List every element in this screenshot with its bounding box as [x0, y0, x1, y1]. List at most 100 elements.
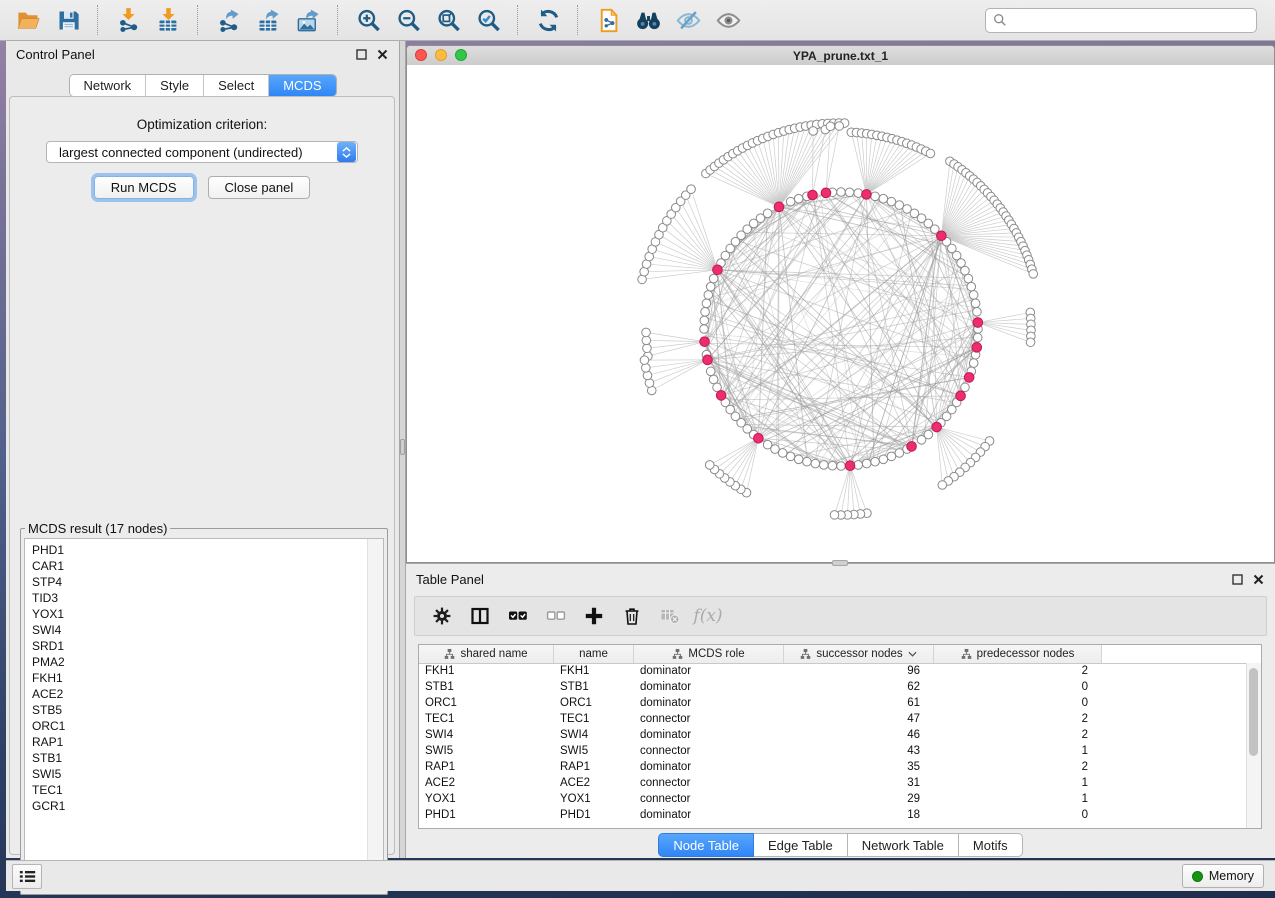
mcds-result-item[interactable]: FKH1 [32, 670, 383, 686]
float-table-panel-icon[interactable] [1231, 573, 1244, 586]
mcds-result-item[interactable]: RAP1 [32, 734, 383, 750]
mcds-result-item[interactable]: CAR1 [32, 558, 383, 574]
table-row[interactable]: YOX1YOX1connector291 [419, 791, 1247, 807]
cell-successor-nodes: 31 [784, 777, 934, 789]
mcds-result-item[interactable]: PMA2 [32, 654, 383, 670]
run-mcds-button[interactable]: Run MCDS [94, 176, 194, 199]
mcds-result-listbox[interactable]: PHD1CAR1STP4TID3YOX1SWI4SRD1PMA2FKH1ACE2… [24, 538, 384, 890]
hide-selected-button[interactable] [668, 2, 708, 38]
close-table-panel-icon[interactable] [1252, 573, 1265, 586]
save-session-button[interactable] [48, 2, 88, 38]
zoom-in-button[interactable] [348, 2, 388, 38]
add-button[interactable] [577, 600, 611, 632]
tab-style[interactable]: Style [146, 75, 204, 96]
mcds-result-item[interactable]: GCR1 [32, 798, 383, 814]
mcds-result-item[interactable]: PHD1 [32, 542, 383, 558]
show-columns-icon [470, 606, 490, 626]
horizontal-splitter-grip[interactable] [832, 560, 848, 566]
cell-predecessor-nodes: 0 [934, 697, 1102, 709]
mcds-result-item[interactable]: STB1 [32, 750, 383, 766]
cell-MCDS-role: dominator [634, 729, 784, 741]
column-header-predecessor-nodes[interactable]: predecessor nodes [934, 645, 1102, 663]
mcds-result-scrollbar[interactable] [367, 539, 383, 889]
delete-button[interactable] [615, 600, 649, 632]
cell-shared-name: TEC1 [419, 713, 554, 725]
tab-network[interactable]: Network [69, 75, 146, 96]
column-header-shared-name[interactable]: shared name [419, 645, 554, 663]
network-window-titlebar[interactable]: YPA_prune.txt_1 [407, 46, 1274, 66]
search-input[interactable] [1012, 12, 1249, 28]
zoom-out-button[interactable] [388, 2, 428, 38]
cell-name: ACE2 [554, 777, 634, 789]
function-builder-button: f(x) [691, 600, 725, 632]
open-file-button[interactable] [8, 2, 48, 38]
mcds-result-item[interactable]: TID3 [32, 590, 383, 606]
task-history-button[interactable] [12, 864, 42, 889]
table-row[interactable]: SWI4SWI4dominator462 [419, 727, 1247, 743]
table-row[interactable]: RAP1RAP1dominator352 [419, 759, 1247, 775]
column-header-successor-nodes[interactable]: successor nodes [784, 645, 934, 663]
window-zoom-icon[interactable] [455, 49, 467, 61]
delete-table-button [653, 600, 687, 632]
export-table-button[interactable] [248, 2, 288, 38]
show-columns-button[interactable] [463, 600, 497, 632]
refresh-button[interactable] [528, 2, 568, 38]
export-image-button[interactable] [288, 2, 328, 38]
cell-successor-nodes: 29 [784, 793, 934, 805]
tab-select[interactable]: Select [204, 75, 269, 96]
cell-successor-nodes: 46 [784, 729, 934, 741]
table-row[interactable]: TEC1TEC1connector472 [419, 711, 1247, 727]
mcds-result-item[interactable]: ORC1 [32, 718, 383, 734]
table-row[interactable]: SWI5SWI5connector431 [419, 743, 1247, 759]
table-row[interactable]: ACE2ACE2connector311 [419, 775, 1247, 791]
table-row[interactable]: PHD1PHD1dominator180 [419, 807, 1247, 823]
close-panel-button[interactable]: Close panel [208, 176, 311, 199]
window-close-icon[interactable] [415, 49, 427, 61]
column-header-name[interactable]: name [554, 645, 634, 663]
tab-motifs[interactable]: Motifs [959, 833, 1023, 857]
new-network-from-selection-button[interactable] [588, 2, 628, 38]
float-panel-icon[interactable] [355, 48, 368, 61]
select-all-icon [508, 606, 528, 626]
optimization-criterion-value: largest connected component (undirected) [47, 145, 337, 160]
cell-predecessor-nodes: 1 [934, 793, 1102, 805]
mcds-result-item[interactable]: SWI5 [32, 766, 383, 782]
table-scrollbar[interactable] [1246, 663, 1261, 828]
zoom-selected-button[interactable] [468, 2, 508, 38]
export-network-button[interactable] [208, 2, 248, 38]
window-minimize-icon[interactable] [435, 49, 447, 61]
show-all-button[interactable] [708, 2, 748, 38]
search-field[interactable] [985, 8, 1257, 33]
mcds-result-item[interactable]: STP4 [32, 574, 383, 590]
table-row[interactable]: FKH1FKH1dominator962 [419, 663, 1247, 679]
table-settings-button[interactable] [425, 600, 459, 632]
close-panel-icon[interactable] [376, 48, 389, 61]
tab-edge-table[interactable]: Edge Table [754, 833, 848, 857]
network-graph[interactable] [407, 65, 1274, 562]
memory-button[interactable]: Memory [1182, 864, 1264, 888]
mcds-result-item[interactable]: YOX1 [32, 606, 383, 622]
mcds-result-item[interactable]: ACE2 [32, 686, 383, 702]
mcds-result-item[interactable]: STB5 [32, 702, 383, 718]
mcds-result-item[interactable]: TEC1 [32, 782, 383, 798]
mcds-result-item[interactable]: SRD1 [32, 638, 383, 654]
table-scrollbar-thumb[interactable] [1249, 668, 1258, 756]
import-network-button[interactable] [108, 2, 148, 38]
import-table-button[interactable] [148, 2, 188, 38]
hide-selected-icon [675, 7, 702, 34]
splitter-grip[interactable] [400, 439, 405, 455]
table-row[interactable]: ORC1ORC1dominator610 [419, 695, 1247, 711]
tab-network-table[interactable]: Network Table [848, 833, 959, 857]
network-canvas[interactable] [407, 65, 1274, 562]
cell-predecessor-nodes: 1 [934, 777, 1102, 789]
first-neighbors-button[interactable] [628, 2, 668, 38]
zoom-fit-button[interactable] [428, 2, 468, 38]
table-row[interactable]: STB1STB1dominator620 [419, 679, 1247, 695]
mcds-result-item[interactable]: SWI4 [32, 622, 383, 638]
column-header-MCDS-role[interactable]: MCDS role [634, 645, 784, 663]
deselect-all-button[interactable] [539, 600, 573, 632]
optimization-criterion-select[interactable]: largest connected component (undirected) [46, 141, 358, 163]
select-all-button[interactable] [501, 600, 535, 632]
tab-mcds[interactable]: MCDS [269, 75, 335, 96]
tab-node-table[interactable]: Node Table [658, 833, 754, 857]
